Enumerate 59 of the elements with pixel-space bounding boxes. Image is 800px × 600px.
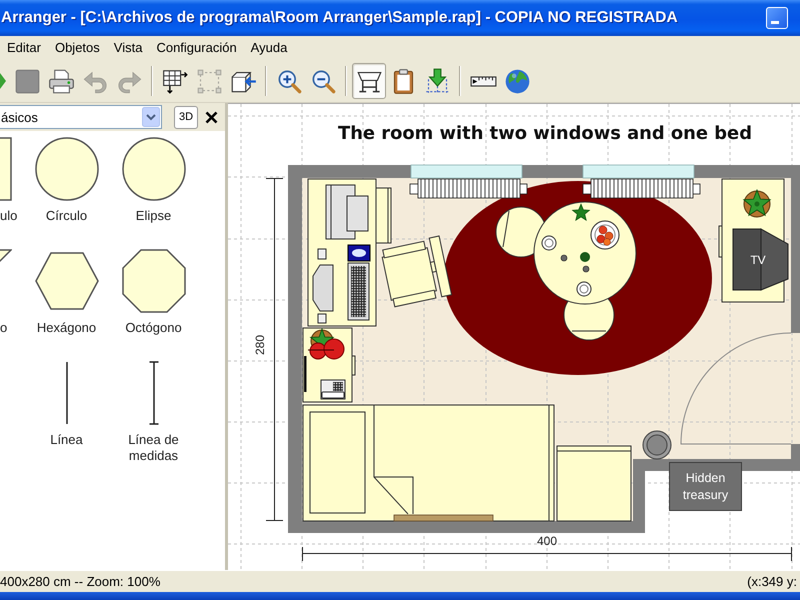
cup <box>542 236 556 250</box>
grid-icon <box>162 68 188 94</box>
arrow-down-icon <box>424 68 450 94</box>
category-dropdown[interactable]: ásicos <box>0 105 162 129</box>
zoom-in-icon <box>276 68 302 94</box>
cup <box>576 282 592 296</box>
screen <box>312 264 334 312</box>
plant <box>572 203 590 221</box>
close-icon[interactable] <box>205 110 218 124</box>
shape-label: ulo <box>0 208 18 224</box>
status-text: 400x280 cm -- Zoom: 100% <box>0 574 160 589</box>
dimension-label: 400 <box>536 534 558 548</box>
shape-label: Elipse <box>136 208 172 224</box>
circle-icon[interactable] <box>34 137 98 201</box>
shape-label: Hexágono <box>36 320 96 336</box>
menu-item[interactable]: Ayuda <box>244 38 294 58</box>
cursor-coordinates: (x:349 y: <box>747 574 798 589</box>
mouse-pad <box>348 244 370 262</box>
window-title: Arranger - [C:\Archivos de programa\Room Arranger\Sample.rap] - COPIA NO REGISTRADA <box>0 9 678 27</box>
tv-label: TV <box>750 253 766 267</box>
cabinet <box>376 188 392 244</box>
shape-label: Octógono <box>125 320 182 336</box>
selection-icon <box>196 68 222 94</box>
shape-label: Círculo <box>46 208 88 224</box>
plan-title: The room with two windows and one bed <box>338 123 755 144</box>
menu-item[interactable]: Vista <box>106 38 150 58</box>
arrow-icon <box>0 73 6 89</box>
dimension-line-icon[interactable] <box>148 361 160 425</box>
tv <box>732 228 788 291</box>
toolbar-button[interactable] <box>352 63 386 99</box>
small-object <box>560 254 568 262</box>
dimension-label: 280 <box>253 334 267 356</box>
octagon-icon[interactable] <box>122 249 186 313</box>
circle-icon[interactable] <box>122 137 186 201</box>
minimize-button[interactable] <box>766 7 788 29</box>
fruit-bowl <box>590 220 620 250</box>
shape-label: o <box>0 320 8 336</box>
3d-view-button[interactable]: 3D <box>174 106 198 128</box>
menu-item[interactable]: Configuración <box>149 38 244 58</box>
monitor <box>326 184 368 240</box>
printer-icon <box>48 68 74 94</box>
keyboard <box>348 262 370 320</box>
minimize-icon <box>771 21 779 24</box>
globe-icon <box>504 68 530 94</box>
potted-plant <box>742 188 772 218</box>
telephone <box>320 380 346 400</box>
menu-item[interactable]: Objetos <box>48 38 107 58</box>
shape-label: Línea de medidas <box>127 432 180 464</box>
speaker <box>318 248 326 260</box>
room-label: Hidden treasury <box>669 462 742 511</box>
line-icon[interactable] <box>64 361 68 425</box>
shape-label: Línea <box>50 432 83 448</box>
zoom-out-icon <box>310 68 336 94</box>
chevron-down-icon <box>142 107 160 127</box>
menu-item[interactable]: Editar <box>0 38 48 58</box>
speaker <box>318 314 326 324</box>
waste-bin <box>642 430 672 460</box>
lamp <box>308 338 344 360</box>
square-icon <box>14 68 40 94</box>
